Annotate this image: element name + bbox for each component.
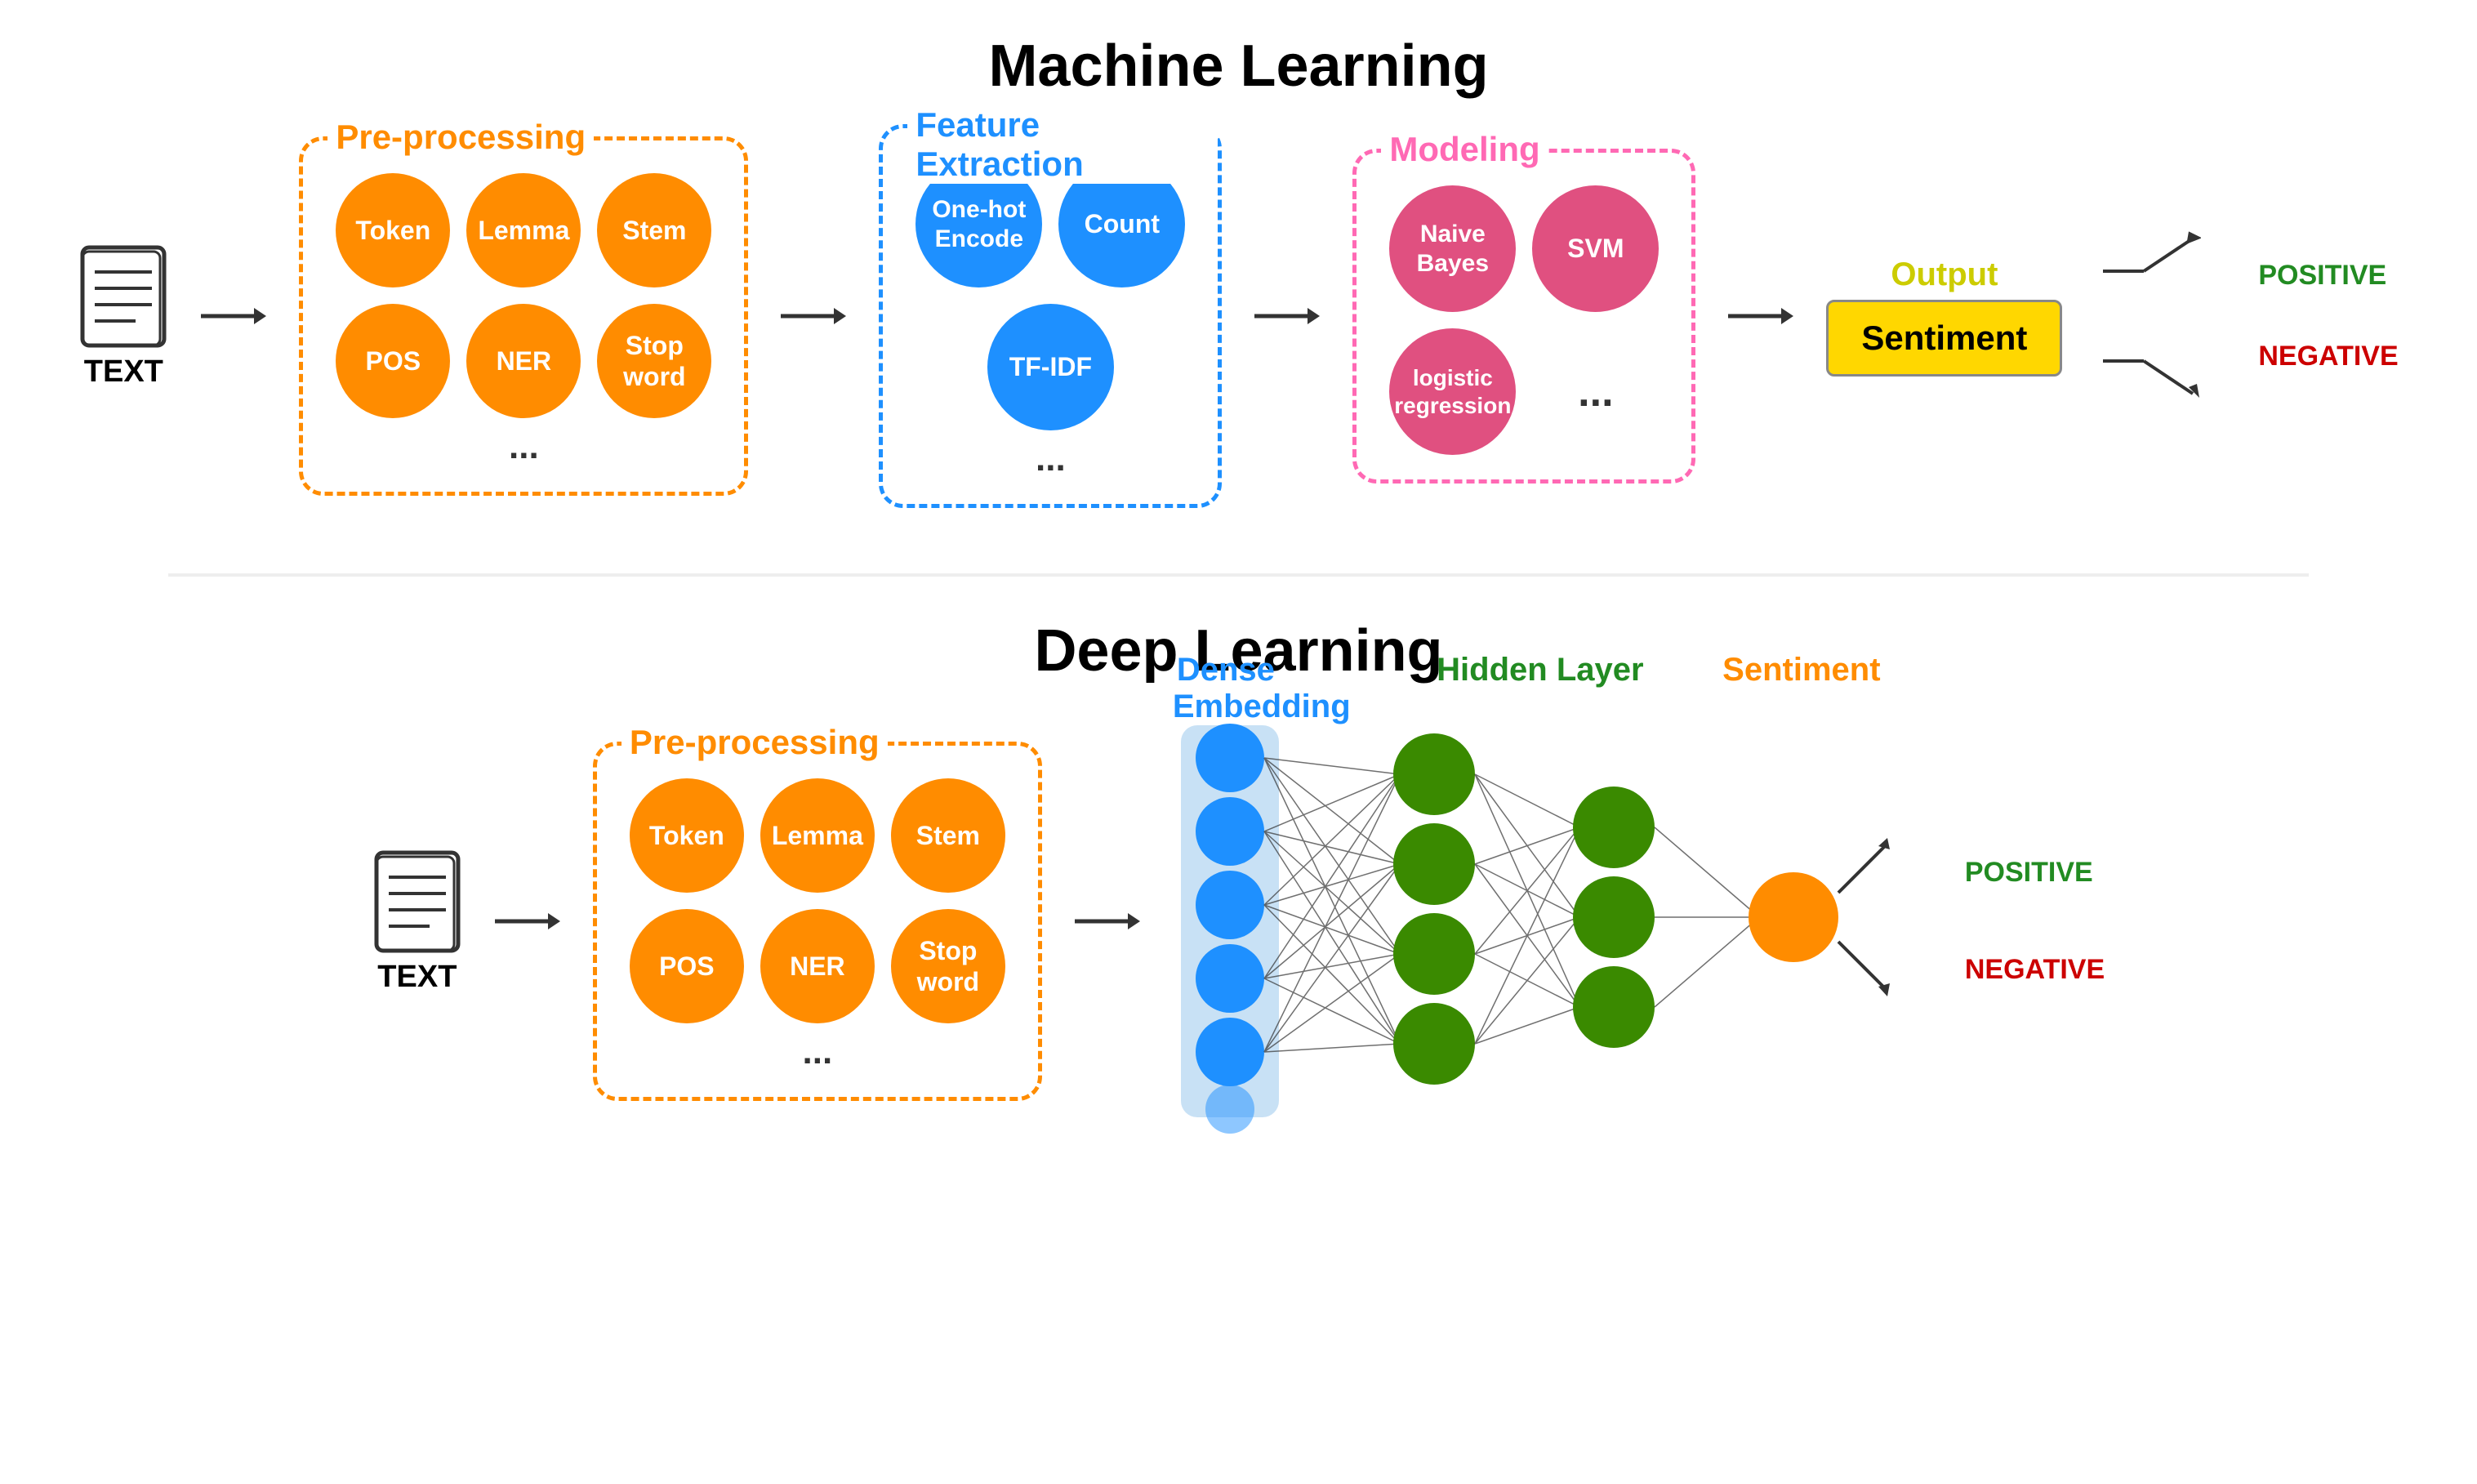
ml-positive: POSITIVE: [2258, 260, 2398, 292]
ml-node-lemma: Lemma: [466, 173, 581, 287]
ml-preprocessing-title: Pre-processing: [327, 118, 594, 157]
ml-node-token: Token: [336, 173, 450, 287]
dl-preprocessing-title: Pre-processing: [621, 723, 888, 762]
dl-node-stem: Stem: [891, 778, 1005, 893]
ml-node-tfidf: TF-IDF: [987, 304, 1114, 430]
ml-text-doc: TEXT: [78, 243, 168, 390]
dl-text-label: TEXT: [377, 960, 457, 995]
ml-branch-arrow-up: [2103, 230, 2201, 296]
ml-preprocessing-box: Pre-processing Token Lemma Stem POS NER …: [299, 136, 748, 496]
dl-arrow1: [495, 909, 560, 934]
dl-diagram-row: TEXT Pre-processing Token Lemma Stem POS…: [49, 709, 2428, 1134]
ml-node-naivebayes: NaiveBayes: [1389, 185, 1516, 312]
ml-node-pos: POS: [336, 304, 450, 418]
ml-preprocessing-dots: ...: [509, 426, 539, 467]
dl-positive: POSITIVE: [1965, 857, 2105, 889]
main-container: Machine Learning TEXT: [0, 0, 2477, 1484]
dl-nn-svg: [1173, 709, 1908, 1134]
ml-feature-bottom-row: TF-IDF: [987, 304, 1114, 430]
dl-arrow2: [1075, 909, 1140, 934]
dl-sentiment-label: Sentiment: [1720, 652, 1883, 689]
dl-node-pos: POS: [630, 909, 744, 1023]
ml-arrow5: [2103, 230, 2201, 402]
ml-output-sentiment: Sentiment: [1861, 319, 2027, 357]
ml-text-label: TEXT: [84, 354, 163, 390]
ml-node-logistic: logisticregression: [1389, 328, 1516, 455]
ml-output-box: Output Sentiment: [1826, 256, 2062, 377]
ml-modeling-dots2: ...: [1532, 328, 1659, 455]
dl-section: Deep Learning TEXT Pre-pro: [49, 617, 2428, 1134]
ml-arrow3: [1254, 304, 1320, 328]
ml-modeling-grid: NaiveBayes SVM logisticregression ...: [1389, 185, 1659, 455]
ml-arrow1: [201, 304, 266, 328]
ml-modeling-title: Modeling: [1381, 130, 1548, 169]
dl-preprocessing-grid: Token Lemma Stem POS NER Stopword: [630, 778, 1005, 1023]
dl-node-token: Token: [630, 778, 744, 893]
ml-title: Machine Learning: [988, 33, 1488, 100]
dl-dense-embed-label: DenseEmbedding: [1173, 652, 1279, 725]
ml-negative: NEGATIVE: [2258, 341, 2398, 372]
ml-feature-dots: ...: [1036, 439, 1066, 479]
ml-arrow4: [1728, 304, 1793, 328]
ml-modeling-box: Modeling NaiveBayes SVM logisticregressi…: [1352, 149, 1695, 484]
dl-doc-icon: [372, 849, 462, 955]
dl-preprocessing-box: Pre-processing Token Lemma Stem POS NER …: [593, 742, 1042, 1101]
ml-preprocessing-grid: Token Lemma Stem POS NER Stopword: [336, 173, 711, 418]
ml-output-title: Output: [1891, 256, 1998, 293]
ml-outcomes: POSITIVE NEGATIVE: [2258, 260, 2398, 372]
ml-feature-title: Feature Extraction: [907, 105, 1218, 184]
ml-doc-icon: [78, 243, 168, 350]
dl-negative: NEGATIVE: [1965, 954, 2105, 986]
dl-node-lemma: Lemma: [760, 778, 875, 893]
ml-node-stopword: Stopword: [597, 304, 711, 418]
ml-feature-box: Feature Extraction One-hotEncode Count T…: [879, 124, 1222, 508]
dl-node-stopword: Stopword: [891, 909, 1005, 1023]
ml-node-ner: NER: [466, 304, 581, 418]
ml-section: Machine Learning TEXT: [49, 33, 2428, 508]
section-separator: [168, 573, 2310, 577]
ml-node-stem: Stem: [597, 173, 711, 287]
ml-diagram-row: TEXT Pre-processing Token Lemma Stem POS…: [49, 124, 2428, 508]
dl-outcomes: POSITIVE NEGATIVE: [1965, 857, 2105, 986]
ml-node-svm: SVM: [1532, 185, 1659, 312]
dl-nn-wrapper: DenseEmbedding Hidden Layer Sentiment: [1173, 709, 1908, 1134]
dl-hidden-layer-label: Hidden Layer: [1336, 652, 1744, 689]
dl-text-doc: TEXT: [372, 849, 462, 995]
ml-arrow2: [781, 304, 846, 328]
ml-branch-arrow-down: [2103, 336, 2201, 402]
ml-output-rect: Sentiment: [1826, 300, 2062, 377]
dl-node-ner: NER: [760, 909, 875, 1023]
dl-preprocessing-dots: ...: [803, 1032, 833, 1072]
